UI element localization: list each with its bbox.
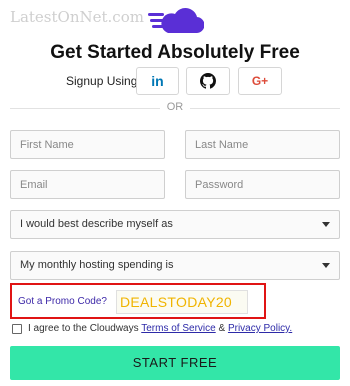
terms-of-service-link[interactable]: Terms of Service (141, 323, 215, 334)
caret-down-icon (322, 222, 330, 227)
promo-code-link[interactable]: Got a Promo Code? (18, 296, 107, 307)
linkedin-icon: in (151, 73, 164, 89)
describe-yourself-select[interactable]: I would best describe myself as (10, 210, 340, 239)
agree-checkbox[interactable] (12, 324, 22, 334)
google-plus-icon: G+ (251, 74, 269, 88)
amp-text: & (218, 323, 226, 334)
spending-select-value: My monthly hosting spending is (20, 259, 174, 271)
linkedin-button[interactable]: in (136, 67, 179, 95)
first-name-input[interactable] (10, 130, 165, 159)
email-input[interactable] (10, 170, 165, 199)
github-button[interactable] (186, 67, 230, 95)
password-input[interactable] (185, 170, 340, 199)
last-name-input[interactable] (185, 130, 340, 159)
caret-down-icon (322, 263, 330, 268)
hosting-spending-select[interactable]: My monthly hosting spending is (10, 251, 340, 280)
agree-text: I agree to the Cloudways Terms of Servic… (28, 323, 292, 334)
describe-select-value: I would best describe myself as (20, 218, 173, 230)
watermark-text: LatestOnNet.com (10, 8, 144, 26)
agree-label: I agree to the Cloudways (28, 323, 139, 334)
github-icon (200, 73, 216, 89)
start-free-button[interactable]: START FREE (10, 346, 340, 380)
promo-highlight-box: Got a Promo Code? DEALSTODAY20 (10, 283, 266, 319)
cloudways-logo-icon (148, 8, 204, 34)
promo-code-input[interactable]: DEALSTODAY20 (116, 290, 248, 314)
privacy-policy-link[interactable]: Privacy Policy. (228, 323, 292, 334)
signup-label: Signup Using (66, 74, 138, 88)
or-divider: OR (10, 101, 340, 115)
or-label: OR (166, 101, 184, 113)
signup-row: Signup Using in G+ (0, 67, 350, 97)
page-title: Get Started Absolutely Free (50, 42, 300, 63)
google-plus-button[interactable]: G+ (238, 67, 282, 95)
